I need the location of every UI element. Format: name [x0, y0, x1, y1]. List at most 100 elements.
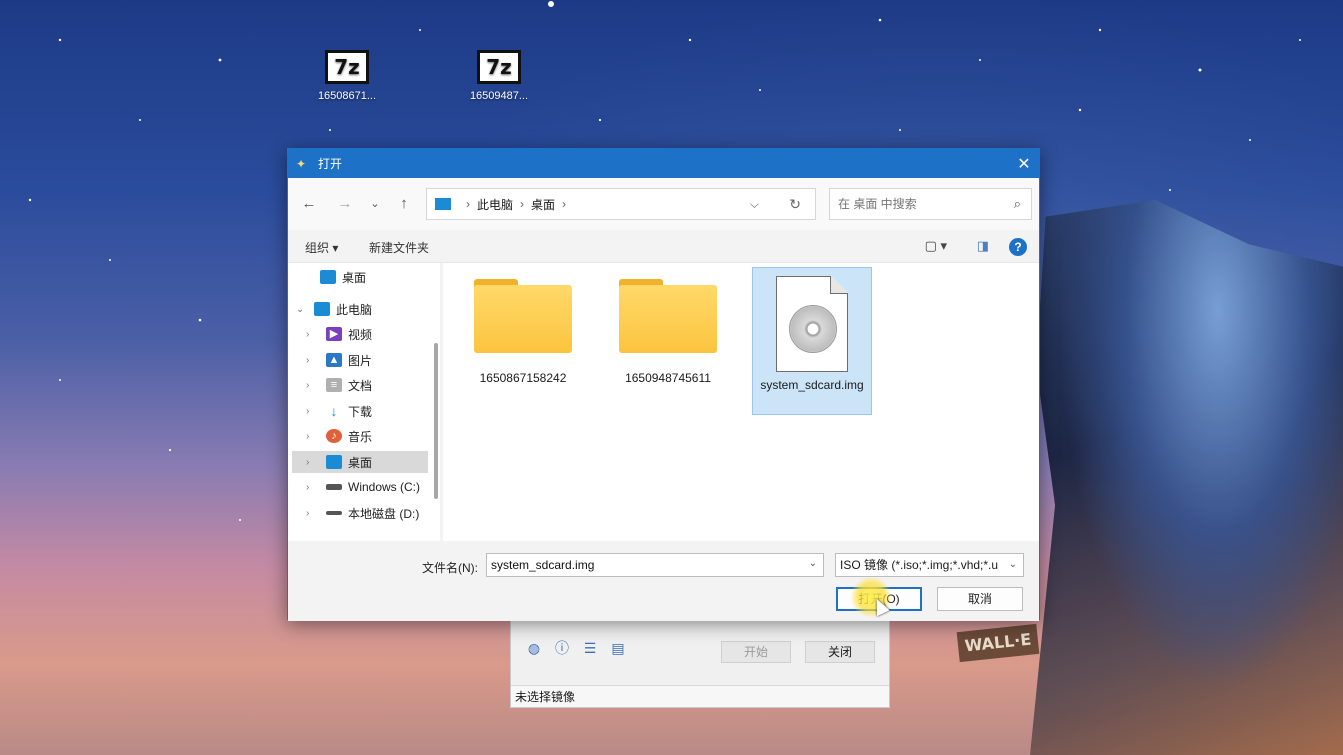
- refresh-icon[interactable]: ↻: [789, 196, 801, 213]
- sidebar-item-label: 此电脑: [336, 302, 373, 317]
- desktop-icon-label: 16508671...: [317, 90, 377, 102]
- search-icon: ⌕: [1013, 196, 1021, 211]
- view-options-icon[interactable]: ▢ ▾: [925, 238, 947, 254]
- breadcrumb-desktop[interactable]: 桌面: [531, 196, 555, 213]
- chevron-right-icon[interactable]: ›: [288, 482, 320, 493]
- folder-icon: [619, 275, 717, 353]
- status-bar: 未选择镜像: [511, 685, 889, 707]
- breadcrumb-separator: ›: [562, 197, 567, 211]
- search-box[interactable]: ⌕: [829, 188, 1032, 220]
- address-bar[interactable]: › 此电脑 › 桌面 › ⌵ ↻: [426, 188, 816, 220]
- desktop-icon: [320, 270, 336, 284]
- navigation-bar: ← → ⌄ ↑ › 此电脑 › 桌面 › ⌵ ↻ ⌕: [288, 178, 1039, 230]
- chevron-right-icon[interactable]: ›: [288, 355, 320, 366]
- music-icon: ♪: [326, 429, 342, 443]
- back-arrow-icon[interactable]: ←: [300, 194, 318, 214]
- video-icon: ▶: [326, 327, 342, 341]
- sidebar-item-drive-d[interactable]: › 本地磁盘 (D:): [288, 502, 428, 524]
- computer-icon: [314, 302, 330, 316]
- sidebar-item-downloads[interactable]: › ↓ 下载: [288, 400, 428, 422]
- background-app-window: ◍ ⓘ ☰ ▤ 开始 关闭 未选择镜像: [510, 618, 890, 708]
- sidebar-item-label: 音乐: [348, 429, 373, 444]
- chevron-right-icon[interactable]: ›: [288, 380, 320, 391]
- chevron-right-icon[interactable]: ›: [288, 329, 320, 340]
- chevron-right-icon[interactable]: ›: [288, 406, 320, 417]
- command-toolbar: 组织 ▾ 新建文件夹 ▢ ▾ ◨ ?: [288, 230, 1039, 263]
- sidebar-item-documents[interactable]: › ≡ 文档: [288, 374, 428, 396]
- disc-image-icon: [776, 276, 848, 372]
- breadcrumb-separator: ›: [520, 197, 525, 211]
- file-list-view: 1650867158242 1650948745611 system_sdcar…: [443, 263, 1039, 541]
- dialog-title: 打开: [318, 157, 343, 171]
- chevron-down-icon[interactable]: ⌄: [809, 558, 817, 569]
- file-type-select[interactable]: ISO 镜像 (*.iso;*.img;*.vhd;*.u ⌄: [835, 553, 1024, 577]
- sidebar-item-desktop-quick[interactable]: 桌面: [288, 266, 428, 288]
- chevron-down-icon[interactable]: ⌄: [1008, 554, 1017, 576]
- dialog-footer: 文件名(N): ⌄ ISO 镜像 (*.iso;*.img;*.vhd;*.u …: [288, 541, 1039, 621]
- desktop-icon: [326, 455, 342, 469]
- 7z-archive-icon: 7z: [325, 50, 369, 84]
- sidebar-item-drive-c[interactable]: › Windows (C:): [288, 476, 428, 498]
- dialog-body: 桌面 ⌄ 此电脑 › ▶ 视频 › ▲ 图片 › ≡ 文档 › ↓ 下载 › ♪…: [288, 263, 1039, 541]
- info-icon[interactable]: ⓘ: [553, 639, 571, 657]
- sidebar-item-label: 桌面: [342, 270, 367, 285]
- chevron-right-icon[interactable]: ›: [288, 431, 320, 442]
- chevron-right-icon[interactable]: ›: [292, 457, 320, 468]
- sidebar-item-label: 图片: [348, 353, 373, 368]
- close-icon[interactable]: ✕: [1009, 154, 1039, 174]
- computer-icon: [435, 198, 451, 210]
- settings-sliders-icon[interactable]: ☰: [581, 639, 599, 657]
- folder-item[interactable]: 1650867158242: [463, 267, 583, 385]
- breadcrumb-this-pc[interactable]: 此电脑: [477, 196, 513, 213]
- preview-pane-icon[interactable]: ◨: [977, 238, 989, 254]
- sidebar-item-pictures[interactable]: › ▲ 图片: [288, 349, 428, 371]
- navigation-pane: 桌面 ⌄ 此电脑 › ▶ 视频 › ▲ 图片 › ≡ 文档 › ↓ 下载 › ♪…: [288, 263, 440, 541]
- search-input[interactable]: [830, 189, 1000, 219]
- disc-image-file-item[interactable]: system_sdcard.img: [752, 267, 872, 415]
- sidebar-item-label: Windows (C:): [348, 480, 421, 494]
- start-button[interactable]: 开始: [721, 641, 791, 663]
- image-icon: ▲: [326, 353, 342, 367]
- sidebar-item-label: 本地磁盘 (D:): [348, 506, 420, 521]
- bg-app-toolbar: ◍ ⓘ ☰ ▤: [525, 639, 627, 657]
- sidebar-item-label: 文档: [348, 378, 373, 393]
- sidebar-item-desktop[interactable]: › 桌面: [292, 451, 428, 473]
- dialog-titlebar[interactable]: ✦ 打开 ✕: [288, 149, 1039, 178]
- sidebar-item-this-pc[interactable]: ⌄ 此电脑: [288, 298, 428, 320]
- download-icon: ↓: [330, 403, 338, 419]
- desktop-icon-7z-2[interactable]: 7z 16509487...: [459, 50, 539, 102]
- filename-combobox[interactable]: ⌄: [486, 553, 824, 577]
- organize-menu[interactable]: 组织 ▾: [305, 239, 338, 256]
- recent-locations-chevron-icon[interactable]: ⌄: [366, 194, 384, 214]
- up-arrow-icon[interactable]: ↑: [395, 194, 413, 214]
- sidebar-item-label: 桌面: [348, 455, 373, 470]
- filename-label: 文件名(N):: [422, 561, 478, 575]
- folder-icon: [474, 275, 572, 353]
- sidebar-item-music[interactable]: › ♪ 音乐: [288, 425, 428, 447]
- filename-field[interactable]: [487, 554, 787, 576]
- sidebar-scrollbar[interactable]: [434, 343, 438, 499]
- log-icon[interactable]: ▤: [609, 639, 627, 657]
- file-name: 1650948745611: [625, 371, 711, 385]
- wallpaper-badge: WALL·E: [956, 623, 1040, 663]
- drive-icon: [326, 511, 342, 515]
- sidebar-item-videos[interactable]: › ▶ 视频: [288, 323, 428, 345]
- folder-item[interactable]: 1650948745611: [608, 267, 728, 385]
- forward-arrow-icon[interactable]: →: [336, 194, 354, 214]
- globe-icon[interactable]: ◍: [525, 639, 543, 657]
- cancel-button[interactable]: 取消: [937, 587, 1023, 611]
- chevron-right-icon[interactable]: ›: [288, 508, 320, 519]
- document-icon: ≡: [326, 378, 342, 392]
- sidebar-item-label: 视频: [348, 327, 373, 342]
- close-app-button[interactable]: 关闭: [805, 641, 875, 663]
- sidebar-item-label: 下载: [348, 404, 373, 419]
- 7z-archive-icon: 7z: [477, 50, 521, 84]
- open-file-dialog: ✦ 打开 ✕ ← → ⌄ ↑ › 此电脑 › 桌面 › ⌵ ↻ ⌕ 组织 ▾ 新…: [287, 148, 1040, 621]
- file-name: system_sdcard.img: [760, 378, 864, 392]
- help-icon[interactable]: ?: [1009, 238, 1027, 256]
- desktop-icon-7z-1[interactable]: 7z 16508671...: [307, 50, 387, 102]
- drive-icon: [326, 484, 342, 490]
- chevron-down-icon[interactable]: ⌵: [750, 197, 759, 212]
- new-folder-button[interactable]: 新建文件夹: [369, 239, 429, 256]
- chevron-down-icon[interactable]: ⌄: [288, 304, 314, 315]
